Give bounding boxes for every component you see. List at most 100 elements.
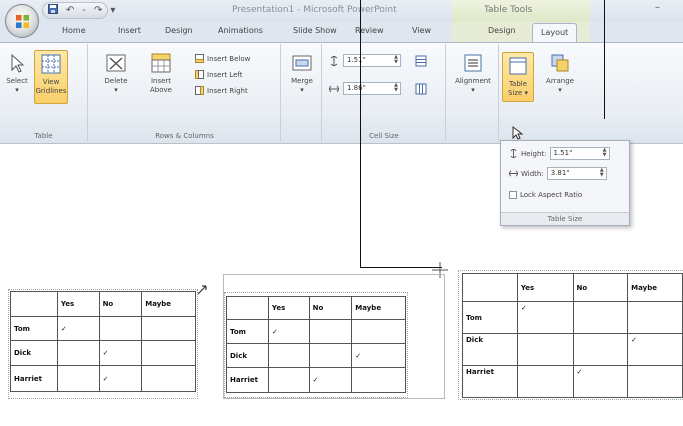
insert-below-icon	[195, 54, 204, 63]
table-row-header[interactable]: Tom	[10, 316, 58, 341]
row-height-icon	[330, 56, 338, 66]
insert-right-button[interactable]: Insert Right	[195, 86, 248, 95]
table-header-maybe[interactable]: Maybe	[351, 296, 406, 320]
arrange-label: Arrange	[546, 77, 574, 85]
spinner-arrows-icon[interactable]: ▲ ▼	[394, 55, 398, 65]
spinner-arrows-icon[interactable]: ▲ ▼	[394, 83, 398, 93]
table-cell[interactable]	[267, 367, 310, 393]
tab-layout[interactable]: Layout	[532, 23, 578, 43]
dropdown-arrow-icon: ▾	[15, 86, 19, 94]
merge-button[interactable]: Merge ▾	[287, 52, 317, 95]
cell-height-spinner[interactable]: 1.51" ▲ ▼	[343, 54, 401, 67]
table-cell[interactable]	[516, 333, 574, 366]
table-cell[interactable]: ✓	[572, 365, 629, 398]
insert-above-button[interactable]: Insert Above	[145, 52, 177, 95]
spinner-arrows-icon[interactable]: ▲ ▼	[600, 168, 604, 178]
table-cell[interactable]: ✓	[516, 301, 574, 334]
table-header-yes[interactable]: Yes	[516, 273, 574, 302]
tab-slide-show[interactable]: Slide Show	[293, 26, 337, 35]
cell-width-spinner[interactable]: 1.86" ▲ ▼	[343, 82, 401, 95]
table-cell[interactable]: ✓	[627, 333, 683, 366]
qat-customize-icon[interactable]: ▾	[110, 5, 115, 16]
table-header-maybe[interactable]: Maybe	[627, 273, 683, 302]
tab-insert[interactable]: Insert	[118, 26, 141, 35]
table-cell[interactable]	[351, 319, 406, 344]
minimize-icon[interactable]: –	[655, 2, 660, 13]
table-cell[interactable]	[308, 319, 353, 344]
table-cell[interactable]: ✓	[308, 367, 353, 393]
spinner-arrows-icon[interactable]: ▲ ▼	[603, 148, 607, 158]
tab-design[interactable]: Design	[165, 26, 193, 35]
column-width-icon	[329, 85, 339, 93]
table-row-header[interactable]: Tom	[462, 301, 518, 334]
table-cell[interactable]	[308, 343, 353, 368]
table-height-spinner[interactable]: 1.51" ▲ ▼	[549, 147, 610, 160]
table-cell[interactable]	[267, 343, 310, 368]
table-cell[interactable]	[10, 291, 58, 317]
lock-aspect-ratio-checkbox[interactable]	[509, 191, 517, 199]
slide-table-3[interactable]: Yes No Maybe Tom ✓ Dick ✓ Harriet ✓	[462, 273, 683, 398]
office-button[interactable]	[5, 4, 39, 38]
table-header-no[interactable]: No	[98, 291, 143, 317]
select-label: Select	[6, 77, 28, 85]
table-row-header[interactable]: Harriet	[10, 365, 58, 392]
merge-label: Merge	[291, 77, 313, 85]
insert-above-label-2: Above	[150, 86, 172, 94]
table-cell[interactable]: ✓	[98, 365, 143, 392]
table-row-header[interactable]: Dick	[226, 343, 269, 368]
tab-animations[interactable]: Animations	[218, 26, 263, 35]
redo-icon[interactable]: ↷	[94, 5, 102, 16]
table-cell[interactable]	[56, 365, 100, 392]
table-cell[interactable]	[572, 301, 629, 334]
view-gridlines-button[interactable]: View Gridlines	[34, 50, 68, 104]
table-cell[interactable]	[226, 296, 269, 320]
table-row-header[interactable]: Harriet	[226, 367, 269, 393]
distribute-columns-icon[interactable]	[415, 83, 427, 95]
table-header-yes[interactable]: Yes	[56, 291, 100, 317]
popup-width-row: Width: 3.81" ▲ ▼	[509, 167, 607, 180]
table-cell[interactable]	[141, 340, 196, 366]
table-cell[interactable]	[627, 365, 683, 398]
select-button[interactable]: Select ▾	[4, 52, 30, 95]
table-cell[interactable]	[98, 316, 143, 341]
table-cell[interactable]	[56, 340, 100, 366]
cell-width-value: 1.86"	[347, 84, 366, 92]
table-row-header[interactable]: Harriet	[462, 365, 518, 398]
table-cell[interactable]	[627, 301, 683, 334]
cursor-icon	[11, 53, 25, 73]
insert-left-button[interactable]: Insert Left	[195, 70, 242, 79]
table-cell[interactable]	[572, 333, 629, 366]
tab-table-design[interactable]: Design	[488, 26, 516, 35]
table-row-header[interactable]: Tom	[226, 319, 269, 344]
table-cell[interactable]: ✓	[267, 319, 310, 344]
tab-home[interactable]: Home	[62, 26, 86, 35]
distribute-rows-icon[interactable]	[415, 55, 427, 67]
table-row-header[interactable]: Dick	[462, 333, 518, 366]
tab-view[interactable]: View	[412, 26, 431, 35]
table-cell[interactable]	[141, 365, 196, 392]
alignment-button[interactable]: Alignment ▾	[453, 52, 493, 95]
slide-table-1[interactable]: Yes No Maybe Tom ✓ Dick ✓ Harriet ✓	[10, 291, 196, 392]
lock-aspect-ratio-row[interactable]: Lock Aspect Ratio	[509, 191, 582, 199]
table-header-yes[interactable]: Yes	[267, 296, 310, 320]
arrange-button[interactable]: Arrange ▾	[541, 52, 579, 95]
delete-button[interactable]: Delete ▾	[101, 52, 131, 95]
table-cell[interactable]: ✓	[56, 316, 100, 341]
dropdown-arrow-icon: ▾	[300, 86, 304, 94]
table-cell[interactable]	[141, 316, 196, 341]
table-cell[interactable]	[351, 367, 406, 393]
table-cell[interactable]: ✓	[351, 343, 406, 368]
undo-icon[interactable]: ↶	[66, 5, 74, 16]
table-header-no[interactable]: No	[572, 273, 629, 302]
table-cell[interactable]: ✓	[98, 340, 143, 366]
save-icon[interactable]	[48, 4, 58, 17]
table-header-maybe[interactable]: Maybe	[141, 291, 196, 317]
table-size-button[interactable]: Table Size ▾	[502, 52, 534, 102]
table-header-no[interactable]: No	[308, 296, 353, 320]
table-width-spinner[interactable]: 3.81" ▲ ▼	[546, 167, 607, 180]
table-row-header[interactable]: Dick	[10, 340, 58, 366]
table-cell[interactable]	[462, 273, 518, 302]
table-cell[interactable]	[516, 365, 574, 398]
insert-below-button[interactable]: Insert Below	[195, 54, 250, 63]
slide-table-2[interactable]: Yes No Maybe Tom ✓ Dick ✓ Harriet ✓	[226, 296, 406, 393]
